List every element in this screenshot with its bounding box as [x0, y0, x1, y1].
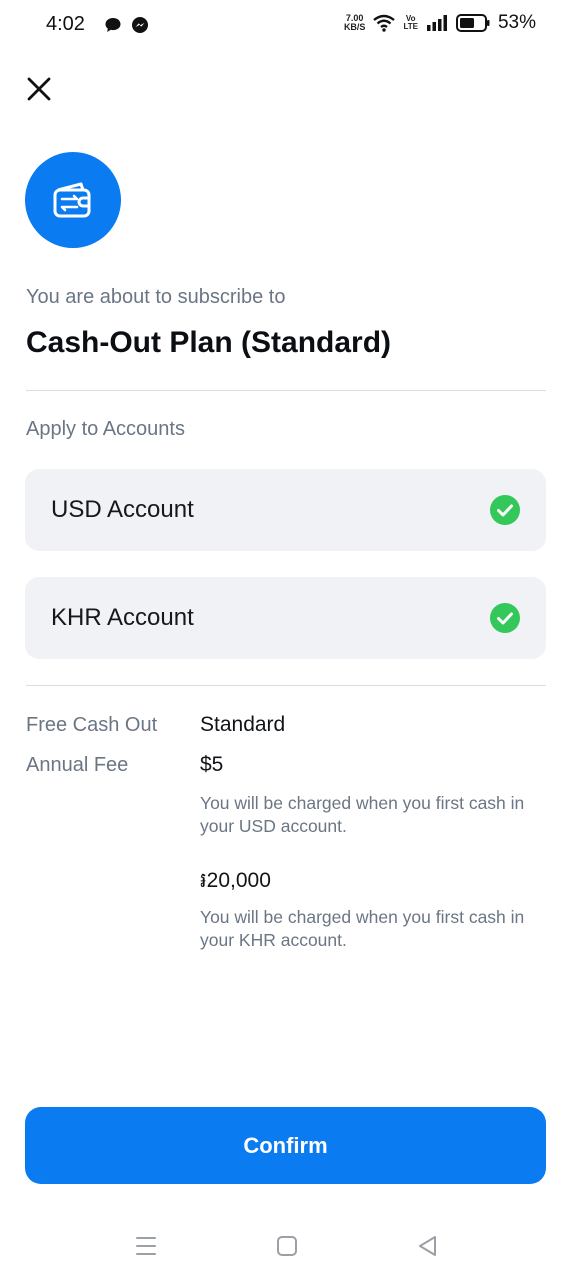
network-speed-unit: KB/S: [343, 22, 366, 32]
status-right-group: 7.00 KB/S Vo LTE 53%: [344, 12, 536, 34]
messenger-icon: [132, 17, 148, 33]
khr-fee-note: You will be charged when you first cash …: [200, 907, 525, 950]
plan-icon-badge: [25, 152, 121, 248]
battery-percent: 53%: [497, 12, 536, 33]
wallet-exchange-icon: [53, 182, 91, 218]
close-button[interactable]: [22, 72, 56, 106]
status-time: 4:02: [46, 13, 85, 35]
usd-fee-amount: $5: [200, 753, 224, 776]
close-icon[interactable]: [27, 77, 51, 101]
free-cash-out-label: Free Cash Out: [26, 714, 158, 736]
subscribe-intro-text: You are about to subscribe to: [26, 286, 286, 308]
signal-icon: [426, 15, 447, 31]
volte-bottom: LTE: [403, 22, 418, 31]
usd-fee-note: You will be charged when you first cash …: [200, 793, 525, 836]
volte-indicator: Vo LTE: [403, 15, 418, 31]
apply-accounts-label: Apply to Accounts: [26, 418, 185, 440]
battery-icon: [455, 14, 490, 32]
divider: [26, 390, 546, 391]
khr-fee-amount: ៛20,000: [200, 869, 271, 892]
account-name: USD Account: [51, 496, 194, 523]
system-nav-bar: [0, 1212, 572, 1280]
account-card-khr[interactable]: KHR Account: [25, 577, 546, 659]
check-circle-icon[interactable]: [490, 495, 520, 525]
chat-notification-icon: [105, 18, 121, 32]
check-circle-icon[interactable]: [490, 603, 520, 633]
menu-icon[interactable]: [132, 1232, 160, 1260]
divider: [26, 685, 546, 686]
account-name: KHR Account: [51, 604, 194, 631]
wifi-icon: [373, 14, 396, 32]
confirm-button[interactable]: Confirm: [25, 1107, 546, 1184]
network-speed: 7.00 KB/S: [344, 14, 366, 32]
plan-title: Cash-Out Plan (Standard): [26, 326, 392, 359]
home-icon[interactable]: [273, 1232, 301, 1260]
annual-fee-label: Annual Fee: [26, 754, 129, 776]
back-icon[interactable]: [414, 1232, 442, 1260]
status-bar: 4:02 7.00 KB/S Vo LTE 53%: [0, 0, 572, 52]
free-cash-out-value: Standard: [200, 713, 286, 736]
account-card-usd[interactable]: USD Account: [25, 469, 546, 551]
